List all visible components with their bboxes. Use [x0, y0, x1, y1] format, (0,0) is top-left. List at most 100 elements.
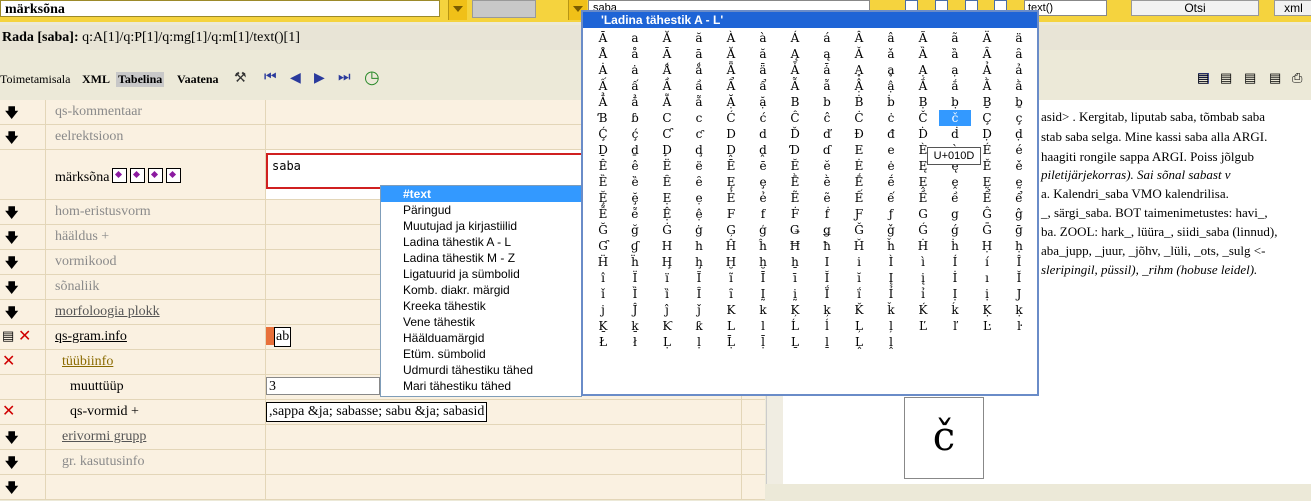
char-cell[interactable]: ǥ	[811, 222, 843, 238]
char-cell[interactable]: ẵ	[683, 94, 715, 110]
menu-item[interactable]: Ladina tähestik M - Z	[381, 250, 581, 266]
char-cell[interactable]: Â	[843, 30, 875, 46]
char-cell[interactable]: ƈ	[683, 126, 715, 142]
char-cell[interactable]: ȟ	[875, 238, 907, 254]
char-cell[interactable]: Ā	[587, 30, 619, 46]
char-cell[interactable]: ḩ	[683, 254, 715, 270]
row-label[interactable]: erivormi grupp	[62, 429, 146, 445]
char-cell[interactable]: Ặ	[715, 94, 747, 110]
char-cell[interactable]: Ī	[747, 270, 779, 286]
arrow-down-icon[interactable]: 🡇	[5, 229, 18, 251]
char-cell[interactable]: Ể	[971, 190, 1003, 206]
char-cell[interactable]: Ḕ	[779, 174, 811, 190]
search-button[interactable]: Otsi	[1131, 0, 1259, 16]
char-cell[interactable]: Ǟ	[715, 62, 747, 78]
char-cell[interactable]: Ȅ	[587, 174, 619, 190]
char-cell[interactable]: ł	[619, 334, 651, 350]
diamond-icon[interactable]	[166, 168, 182, 183]
char-cell[interactable]: ả	[1003, 62, 1035, 78]
char-cell[interactable]: ë	[683, 158, 715, 174]
diamond-icon[interactable]	[130, 168, 146, 183]
char-cell[interactable]: ḓ	[747, 142, 779, 158]
char-cell[interactable]: ī	[779, 270, 811, 286]
char-cell[interactable]: ḯ	[843, 286, 875, 302]
char-cell[interactable]: į	[907, 270, 939, 286]
arrow-down-icon[interactable]: 🡇	[5, 204, 18, 226]
char-cell[interactable]: ă	[683, 30, 715, 46]
char-cell[interactable]: ĺ	[811, 318, 843, 334]
char-cell[interactable]: g	[939, 206, 971, 222]
char-cell[interactable]: Ẻ	[715, 190, 747, 206]
char-cell[interactable]: Ĺ	[779, 318, 811, 334]
char-cell[interactable]: Ȧ	[587, 62, 619, 78]
char-cell[interactable]: Ē	[715, 158, 747, 174]
inflection-type-field[interactable]: 3	[266, 377, 380, 395]
char-cell[interactable]: ẫ	[811, 78, 843, 94]
char-cell[interactable]: Ħ	[779, 238, 811, 254]
char-cell[interactable]: Ă	[651, 30, 683, 46]
char-cell[interactable]: Ǵ	[907, 222, 939, 238]
view-tab[interactable]: Vaatena	[177, 72, 219, 87]
char-cell[interactable]: Ḥ	[971, 238, 1003, 254]
char-cell[interactable]: ė	[875, 158, 907, 174]
char-cell[interactable]: Ȃ	[971, 46, 1003, 62]
char-cell[interactable]: ḕ	[811, 174, 843, 190]
char-cell[interactable]: Ḃ	[843, 94, 875, 110]
char-cell[interactable]: Ầ	[651, 78, 683, 94]
headword-input[interactable]: märksõna	[0, 0, 440, 17]
char-cell[interactable]: ạ	[939, 62, 971, 78]
char-cell[interactable]: î	[587, 270, 619, 286]
char-cell[interactable]: Ḑ	[651, 142, 683, 158]
char-cell[interactable]: Ď	[779, 126, 811, 142]
headword-field[interactable]: saba	[266, 153, 596, 189]
char-cell[interactable]: Ï	[619, 270, 651, 286]
menu-item[interactable]: #text	[381, 186, 581, 202]
char-cell[interactable]: B	[779, 94, 811, 110]
char-cell[interactable]: Ĕ	[779, 158, 811, 174]
char-cell[interactable]: ĩ	[715, 270, 747, 286]
char-cell[interactable]: ắ	[939, 78, 971, 94]
char-cell[interactable]: ḉ	[619, 126, 651, 142]
row-label[interactable]: morfoloogia plokk	[55, 304, 160, 320]
char-cell[interactable]: ƙ	[683, 318, 715, 334]
char-cell[interactable]: Ḳ	[971, 302, 1003, 318]
char-cell[interactable]: ǐ	[587, 286, 619, 302]
char-cell[interactable]: ē	[747, 158, 779, 174]
char-cell[interactable]: ï	[651, 270, 683, 286]
char-cell[interactable]: Ḧ	[587, 254, 619, 270]
char-cell[interactable]: Ả	[971, 62, 1003, 78]
char-cell[interactable]: í	[971, 254, 1003, 270]
char-cell[interactable]: ǧ	[875, 222, 907, 238]
menu-item[interactable]: Muutujad ja kirjastiilid	[381, 218, 581, 234]
char-cell[interactable]: ǡ	[811, 62, 843, 78]
menu-item[interactable]: Komb. diakr. märgid	[381, 282, 581, 298]
char-cell[interactable]: Ķ	[779, 302, 811, 318]
arrow-down-icon[interactable]: 🡇	[5, 104, 18, 126]
char-cell[interactable]: ȋ	[715, 286, 747, 302]
char-cell[interactable]: ȇ	[683, 174, 715, 190]
char-cell[interactable]: ḛ	[1003, 174, 1035, 190]
char-cell[interactable]: ẳ	[619, 94, 651, 110]
char-cell[interactable]: ȉ	[651, 286, 683, 302]
char-cell[interactable]: Á	[779, 30, 811, 46]
char-cell[interactable]: d	[747, 126, 779, 142]
char-cell[interactable]: ǟ	[747, 62, 779, 78]
char-cell[interactable]: D	[715, 126, 747, 142]
char-cell[interactable]: Ć	[715, 110, 747, 126]
diamond-icon[interactable]	[112, 168, 128, 183]
char-cell[interactable]: ê	[619, 158, 651, 174]
char-cell[interactable]: ì	[907, 254, 939, 270]
char-cell[interactable]: ç	[1003, 110, 1035, 126]
char-cell[interactable]: ĕ	[811, 158, 843, 174]
char-cell[interactable]: é	[1003, 142, 1035, 158]
char-cell[interactable]: F	[715, 206, 747, 222]
char-cell[interactable]: ḍ	[1003, 126, 1035, 142]
char-cell[interactable]: ậ	[875, 78, 907, 94]
char-cell[interactable]: ẻ	[747, 190, 779, 206]
char-cell[interactable]: Ḯ	[811, 286, 843, 302]
char-cell[interactable]: Ỉ	[875, 286, 907, 302]
arrow-down-icon[interactable]: 🡇	[5, 279, 18, 301]
menu-item[interactable]: Häälduamärgid	[381, 330, 581, 346]
char-cell[interactable]: ȁ	[939, 46, 971, 62]
char-cell[interactable]: Ḣ	[907, 238, 939, 254]
